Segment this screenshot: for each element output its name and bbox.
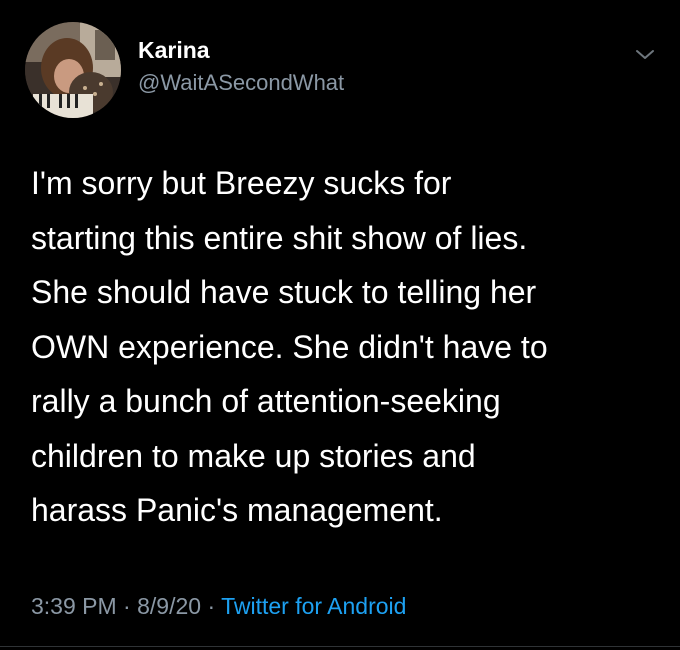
tweet-text-line: starting this entire shit show of lies.: [31, 219, 528, 256]
display-name[interactable]: Karina: [138, 36, 344, 64]
user-handle[interactable]: @WaitASecondWhat: [138, 69, 344, 97]
meta-separator: ·: [116, 593, 138, 619]
tweet-text: I'm sorry but Breezy sucks for starting …: [31, 156, 651, 538]
divider: [0, 646, 680, 647]
tweet-text-line: She should have stuck to telling her: [31, 274, 537, 310]
tweet-text-line: rally a bunch of attention-seeking: [31, 383, 501, 419]
tweet-text-line: harass Panic's management.: [31, 492, 443, 528]
user-names: Karina @WaitASecondWhat: [138, 36, 344, 97]
tweet-text-line: I'm sorry but Breezy sucks for: [31, 165, 452, 201]
tweet-text-line: OWN experience. She didn't have to: [31, 328, 548, 365]
tweet-header: Karina @WaitASecondWhat: [25, 22, 665, 118]
avatar-photo: [25, 22, 121, 118]
tweet-text-line: children to make up stories and: [31, 437, 476, 474]
tweet-date[interactable]: 8/9/20: [137, 593, 201, 619]
tweet-time[interactable]: 3:39 PM: [31, 593, 117, 619]
tweet-meta: 3:39 PM · 8/9/20 · Twitter for Android: [31, 591, 406, 621]
chevron-down-icon[interactable]: [631, 42, 659, 66]
meta-separator: ·: [201, 593, 222, 619]
tweet-card: Karina @WaitASecondWhat I'm sorry but Br…: [0, 0, 680, 650]
tweet-source-link[interactable]: Twitter for Android: [221, 593, 406, 619]
avatar[interactable]: [25, 22, 121, 118]
